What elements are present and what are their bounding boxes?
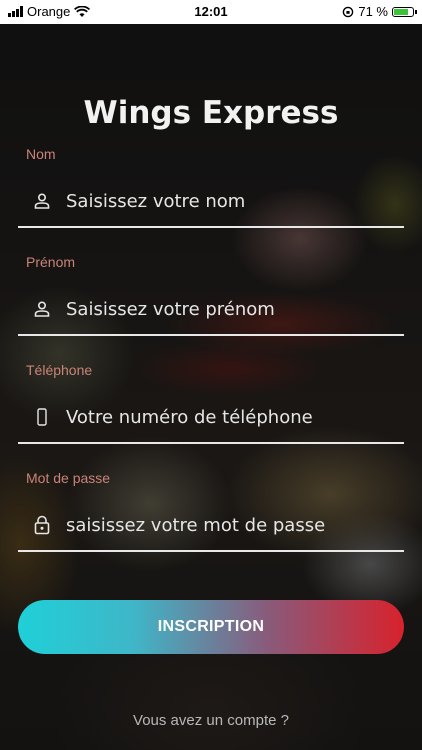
password-label: Mot de passe bbox=[26, 470, 111, 486]
inscription-button[interactable]: INSCRIPTION bbox=[18, 600, 404, 654]
app-title: Wings Express bbox=[83, 95, 339, 131]
password-input-row bbox=[18, 500, 404, 552]
lock-icon bbox=[28, 513, 56, 537]
prenom-input[interactable] bbox=[66, 298, 404, 320]
telephone-input-row bbox=[18, 392, 404, 444]
phone-icon bbox=[28, 405, 56, 429]
person-icon bbox=[28, 189, 56, 213]
battery-icon bbox=[392, 6, 417, 17]
telephone-input[interactable] bbox=[66, 406, 404, 428]
orientation-lock-icon bbox=[343, 6, 354, 17]
person-icon bbox=[28, 297, 56, 321]
signup-screen: Orange 12:01 71 % Wings Express Nom Sais… bbox=[0, 0, 422, 750]
prenom-field: Prénom bbox=[18, 254, 404, 340]
password-input[interactable] bbox=[66, 514, 404, 536]
nom-label: Nom bbox=[26, 146, 56, 162]
telephone-field: Téléphone bbox=[18, 362, 404, 448]
telephone-label: Téléphone bbox=[26, 362, 93, 378]
nom-input-row bbox=[18, 176, 404, 228]
nom-field: Nom bbox=[18, 146, 404, 232]
password-field: Mot de passe bbox=[18, 470, 404, 556]
prenom-label: Prénom bbox=[26, 254, 76, 270]
prenom-input-row bbox=[18, 284, 404, 336]
status-right: 71 % bbox=[342, 4, 417, 19]
status-bar: Orange 12:01 71 % bbox=[0, 0, 422, 24]
login-link[interactable]: Vous avez un compte ? bbox=[0, 712, 422, 729]
nom-input[interactable] bbox=[66, 190, 404, 212]
battery-percent: 71 % bbox=[358, 4, 388, 19]
